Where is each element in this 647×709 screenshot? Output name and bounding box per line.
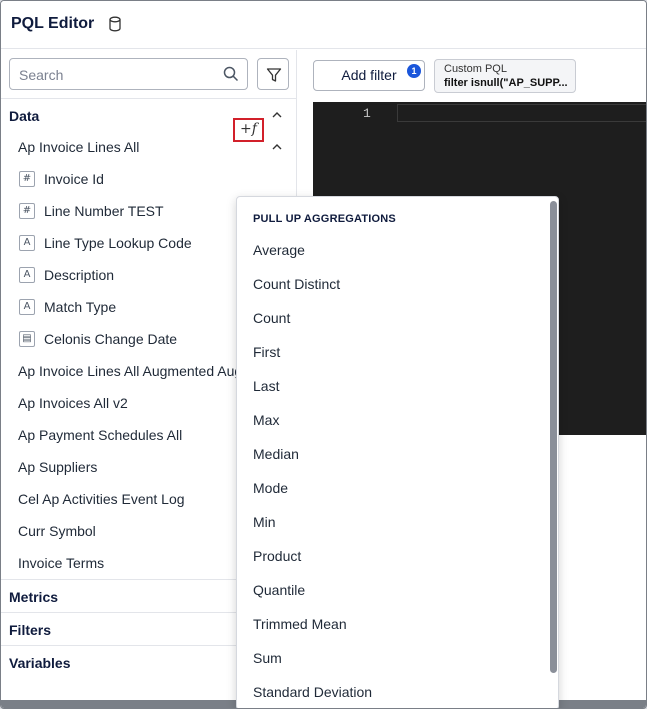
chevron-up-icon[interactable] — [272, 111, 282, 119]
menu-item-first[interactable]: First — [237, 336, 549, 370]
date-type-icon: ▤ — [19, 331, 35, 347]
search-icon[interactable] — [223, 66, 239, 82]
menu-item-label: First — [253, 344, 281, 360]
field-label: Celonis Change Date — [44, 331, 178, 347]
menu-item-last[interactable]: Last — [237, 370, 549, 404]
menu-item-label: Min — [253, 514, 276, 530]
section-label: Data — [9, 108, 40, 124]
current-line[interactable] — [397, 104, 646, 122]
field-label: Line Number TEST — [44, 203, 164, 219]
menu-item-min[interactable]: Min — [237, 506, 549, 540]
custom-pql-filter-chip[interactable]: Custom PQL filter isnull("AP_SUPP... — [434, 59, 576, 93]
menu-item-trimmed-mean[interactable]: Trimmed Mean — [237, 608, 549, 642]
field-row[interactable]: # Invoice Id — [1, 163, 296, 195]
text-type-icon: A — [19, 267, 35, 283]
header: PQL Editor — [1, 1, 646, 49]
search-input[interactable] — [19, 65, 219, 85]
field-label: Description — [44, 267, 115, 283]
chip-value: filter isnull("AP_SUPP... — [444, 77, 568, 89]
number-type-icon: # — [19, 203, 35, 219]
pql-editor-window: PQL Editor Data Ap Invoice Lines All — [0, 0, 647, 709]
table-name: Ap Invoice Lines All Augmented Aug — [18, 363, 243, 379]
menu-item-label: Median — [253, 446, 299, 462]
text-type-icon: A — [19, 299, 35, 315]
table-name: Ap Invoice Lines All — [18, 139, 140, 155]
section-label: Filters — [9, 622, 52, 638]
menu-item-count-distinct[interactable]: Count Distinct — [237, 268, 549, 302]
menu-item-quantile[interactable]: Quantile — [237, 574, 549, 608]
menu-item-label: Product — [253, 548, 302, 564]
menu-header: PULL UP AGGREGATIONS — [253, 213, 396, 225]
search-box[interactable] — [9, 58, 248, 90]
menu-item-label: Quantile — [253, 582, 306, 598]
aggregations-menu: PULL UP AGGREGATIONS Average Count Disti… — [236, 196, 559, 708]
section-label: Variables — [9, 655, 71, 671]
menu-item-median[interactable]: Median — [237, 438, 549, 472]
funnel-icon — [266, 68, 282, 82]
menu-item-label: Trimmed Mean — [253, 616, 347, 632]
menu-item-sum[interactable]: Sum — [237, 642, 549, 676]
menu-item-label: Max — [253, 412, 280, 428]
menu-item-average[interactable]: Average — [237, 234, 549, 268]
section-label: Metrics — [9, 589, 59, 605]
table-name: Curr Symbol — [18, 523, 96, 539]
chevron-up-icon[interactable] — [272, 143, 282, 151]
menu-item-label: Sum — [253, 650, 282, 666]
menu-item-mode[interactable]: Mode — [237, 472, 549, 506]
table-name: Cel Ap Activities Event Log — [18, 491, 185, 507]
menu-item-label: Count Distinct — [253, 276, 341, 292]
filter-count-badge: 1 — [407, 64, 421, 78]
menu-item-label: Mode — [253, 480, 289, 496]
menu-item-label: Average — [253, 242, 305, 258]
table-name: Ap Payment Schedules All — [18, 427, 183, 443]
menu-scrollbar[interactable] — [550, 201, 557, 673]
table-name: Ap Invoices All v2 — [18, 395, 128, 411]
table-name: Invoice Terms — [18, 555, 105, 571]
function-icon: +f — [240, 121, 257, 137]
number-type-icon: # — [19, 171, 35, 187]
menu-item-standard-deviation[interactable]: Standard Deviation — [237, 676, 549, 708]
field-label: Line Type Lookup Code — [44, 235, 192, 251]
menu-item-count[interactable]: Count — [237, 302, 549, 336]
filter-button[interactable] — [257, 58, 289, 90]
field-label: Invoice Id — [44, 171, 104, 187]
text-type-icon: A — [19, 235, 35, 251]
field-label: Match Type — [44, 299, 117, 315]
menu-item-max[interactable]: Max — [237, 404, 549, 438]
page-title: PQL Editor — [11, 15, 95, 32]
menu-item-label: Count — [253, 310, 291, 326]
add-aggregation-button[interactable]: +f — [233, 118, 264, 142]
menu-item-label: Standard Deviation — [253, 684, 373, 700]
line-number: 1 — [363, 106, 371, 121]
chip-title: Custom PQL — [444, 63, 507, 75]
table-name: Ap Suppliers — [18, 459, 98, 475]
menu-item-label: Last — [253, 378, 280, 394]
menu-item-product[interactable]: Product — [237, 540, 549, 574]
database-icon — [109, 16, 121, 32]
